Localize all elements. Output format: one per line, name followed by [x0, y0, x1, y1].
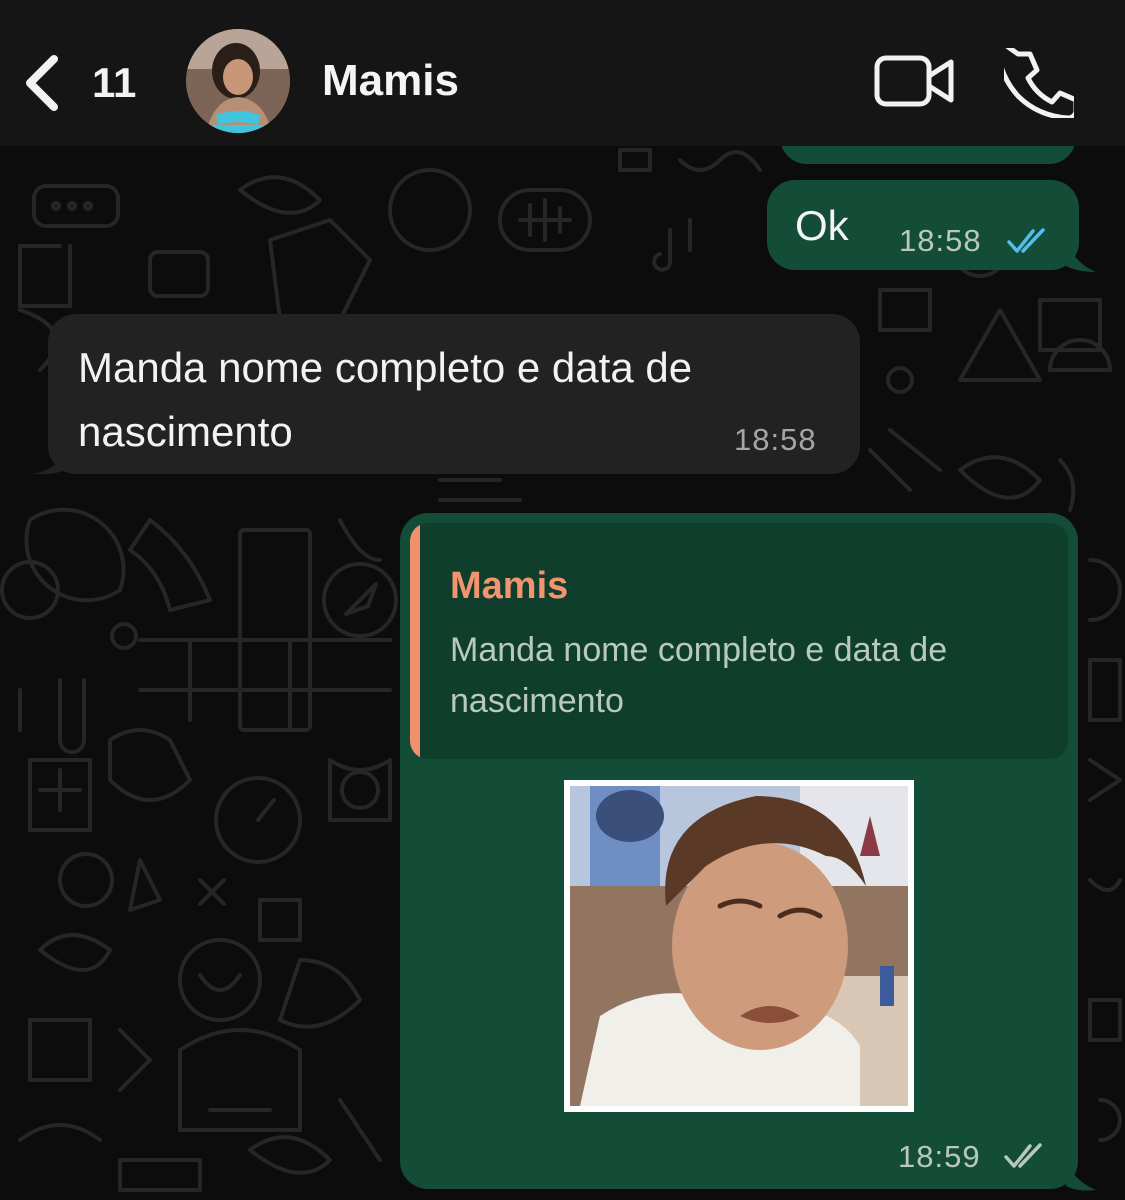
unread-count: 11 [92, 59, 137, 106]
avatar-photo [186, 29, 290, 133]
sticker-image[interactable] [564, 780, 914, 1112]
photo-content [570, 786, 908, 1106]
message-text: Manda nome completo e data de nascimento [78, 344, 693, 455]
quote-author: Mamis [450, 565, 569, 607]
quote-accent-bar [410, 523, 420, 759]
contact-avatar[interactable] [186, 29, 290, 133]
message-text: Ok [795, 202, 849, 249]
phone-icon[interactable] [1004, 48, 1074, 118]
chat-header: 11 Mamis [0, 0, 1125, 146]
message-time: 18:58 [899, 223, 982, 258]
message-time: 18:59 [898, 1139, 981, 1174]
outgoing-reply-message[interactable]: Mamis Manda nome completo e data de nasc… [400, 513, 1078, 1189]
quoted-message[interactable]: Mamis Manda nome completo e data de nasc… [410, 523, 1068, 759]
back-button[interactable]: 11 [20, 48, 136, 118]
chevron-left-icon [26, 55, 58, 111]
quote-text: Manda nome completo e data de nascimento [450, 631, 948, 720]
photo-illustration [570, 786, 908, 1106]
incoming-message[interactable]: Manda nome completo e data de nascimento… [48, 314, 860, 474]
contact-name[interactable]: Mamis [322, 56, 459, 106]
double-check-icon [1007, 228, 1045, 253]
outgoing-message-ok[interactable]: Ok 18:58 [767, 180, 1079, 270]
double-check-icon [1004, 1143, 1042, 1168]
video-camera-icon[interactable] [872, 50, 956, 112]
message-time: 18:58 [734, 422, 817, 457]
